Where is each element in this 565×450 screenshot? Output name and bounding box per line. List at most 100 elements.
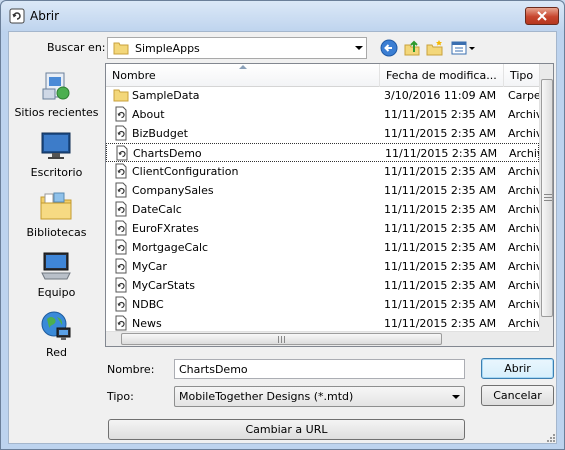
file-date: 11/11/2015 2:35 AM (385, 147, 498, 160)
file-type: Archiv (508, 260, 539, 273)
filetype-value: MobileTogether Designs (*.mtd) (179, 390, 354, 403)
scroll-corner (539, 331, 553, 346)
file-type: Archiv (508, 317, 539, 330)
horizontal-scrollbar[interactable] (106, 331, 539, 346)
file-type: Archiv (508, 279, 539, 292)
cancel-button[interactable]: Cancelar (481, 385, 554, 406)
open-button[interactable]: Abrir (481, 358, 554, 379)
file-date: 3/10/2016 11:09 AM (384, 89, 497, 102)
file-row[interactable]: MyCarStats 11/11/2015 2:35 AM Archiv (106, 276, 539, 295)
mtd-file-icon (113, 201, 129, 217)
view-menu-icon (451, 41, 475, 55)
place-label: Escritorio (30, 166, 83, 179)
mtd-file-icon (113, 163, 129, 179)
filetype-label: Tipo: (107, 390, 134, 403)
up-folder-icon (404, 40, 420, 56)
file-date: 11/11/2015 2:35 AM (384, 222, 497, 235)
back-button[interactable] (379, 38, 399, 58)
file-type: Archiv (508, 127, 539, 140)
place-label: Sitios recientes (14, 106, 99, 119)
open-dialog: Abrir Buscar en: SimpleApps Sitios recie… (0, 0, 565, 450)
file-row[interactable]: BizBudget 11/11/2015 2:35 AM Archiv (106, 124, 539, 143)
file-name: MyCar (132, 260, 167, 273)
file-date: 11/11/2015 2:35 AM (384, 298, 497, 311)
file-type: Archiv (508, 298, 539, 311)
file-date: 11/11/2015 2:35 AM (384, 279, 497, 292)
resize-grip-icon[interactable] (546, 433, 556, 443)
file-type: Archiv (509, 147, 539, 160)
file-row[interactable]: ChartsDemo 11/11/2015 2:35 AM Archiv (106, 143, 539, 162)
place-label: Equipo (37, 286, 76, 299)
window-title: Abrir (30, 9, 60, 23)
file-row[interactable]: EuroFXrates 11/11/2015 2:35 AM Archiv (106, 219, 539, 238)
app-icon (9, 8, 25, 24)
file-type: Archiv (508, 203, 539, 216)
desktop-icon (41, 132, 71, 159)
file-date: 11/11/2015 2:35 AM (384, 203, 497, 216)
mtd-file-icon (113, 315, 129, 331)
new-folder-icon (426, 40, 443, 56)
lookin-value: SimpleApps (135, 42, 200, 55)
file-type: Archiv (508, 165, 539, 178)
close-button[interactable] (525, 7, 559, 25)
file-row[interactable]: ClientConfiguration 11/11/2015 2:35 AM Arc… (106, 162, 539, 181)
file-name: CompanySales (132, 184, 214, 197)
mtd-file-icon (113, 258, 129, 274)
place-desktop[interactable]: Escritorio (10, 129, 103, 189)
new-folder-button[interactable] (425, 38, 445, 58)
folder-icon (113, 42, 129, 55)
file-row[interactable]: DateCalc 11/11/2015 2:35 AM Archiv (106, 200, 539, 219)
file-date: 11/11/2015 2:35 AM (384, 108, 497, 121)
file-name: ChartsDemo (133, 147, 202, 160)
file-row[interactable]: About 11/11/2015 2:35 AM Archiv (106, 105, 539, 124)
file-name: SampleData (132, 89, 200, 102)
filename-label: Nombre: (107, 363, 155, 376)
title-bar[interactable]: Abrir (1, 1, 564, 31)
column-header-date[interactable]: Fecha de modifica... (380, 64, 504, 87)
file-date: 11/11/2015 2:35 AM (384, 165, 497, 178)
place-network[interactable]: Red (10, 309, 103, 369)
file-name: MortgageCalc (132, 241, 209, 254)
filetype-dropdown[interactable]: MobileTogether Designs (*.mtd) (174, 386, 465, 407)
file-name: NDBC (132, 298, 164, 311)
file-row[interactable]: News 11/11/2015 2:35 AM Archiv (106, 314, 539, 331)
network-icon (41, 311, 71, 340)
horizontal-scroll-thumb[interactable] (121, 333, 442, 345)
chevron-down-icon[interactable] (355, 46, 363, 50)
file-name: BizBudget (132, 127, 188, 140)
file-name: EuroFXrates (132, 222, 199, 235)
place-computer[interactable]: Equipo (10, 249, 103, 309)
lookin-dropdown[interactable]: SimpleApps (107, 37, 367, 59)
libraries-icon (40, 192, 72, 220)
lookin-label: Buscar en: (47, 41, 106, 54)
filename-input[interactable]: ChartsDemo (174, 359, 465, 379)
place-libraries[interactable]: Bibliotecas (10, 189, 103, 249)
vertical-scrollbar[interactable] (539, 64, 553, 331)
file-type: Carpet (508, 89, 539, 102)
mtd-file-icon (113, 220, 129, 236)
mtd-file-icon (113, 182, 129, 198)
column-header-type[interactable]: Tipo (504, 64, 544, 87)
list-header: Nombre Fecha de modifica... Tipo (106, 64, 539, 87)
computer-icon (41, 252, 71, 280)
chevron-down-icon[interactable] (452, 395, 460, 399)
file-row[interactable]: MortgageCalc 11/11/2015 2:35 AM Archiv (106, 238, 539, 257)
file-row[interactable]: SampleData 3/10/2016 11:09 AM Carpet (106, 87, 539, 105)
file-type: Archiv (508, 222, 539, 235)
change-to-url-button[interactable]: Cambiar a URL (108, 419, 465, 440)
file-row[interactable]: NDBC 11/11/2015 2:35 AM Archiv (106, 295, 539, 314)
column-header-name[interactable]: Nombre (106, 64, 380, 87)
vertical-scroll-thumb[interactable] (541, 79, 553, 317)
place-label: Red (46, 346, 67, 359)
file-row[interactable]: CompanySales 11/11/2015 2:35 AM Archiv (106, 181, 539, 200)
place-recent[interactable]: Sitios recientes (10, 69, 103, 129)
view-menu-button[interactable] (451, 38, 477, 58)
file-name: DateCalc (132, 203, 182, 216)
file-list[interactable]: Nombre Fecha de modifica... Tipo SampleD… (105, 63, 554, 347)
mtd-file-icon (114, 145, 130, 161)
file-rows: SampleData 3/10/2016 11:09 AM Carpet About 1… (106, 87, 539, 331)
file-row[interactable]: MyCar 11/11/2015 2:35 AM Archiv (106, 257, 539, 276)
up-folder-button[interactable] (402, 38, 422, 58)
file-date: 11/11/2015 2:35 AM (384, 184, 497, 197)
file-date: 11/11/2015 2:35 AM (384, 317, 497, 330)
